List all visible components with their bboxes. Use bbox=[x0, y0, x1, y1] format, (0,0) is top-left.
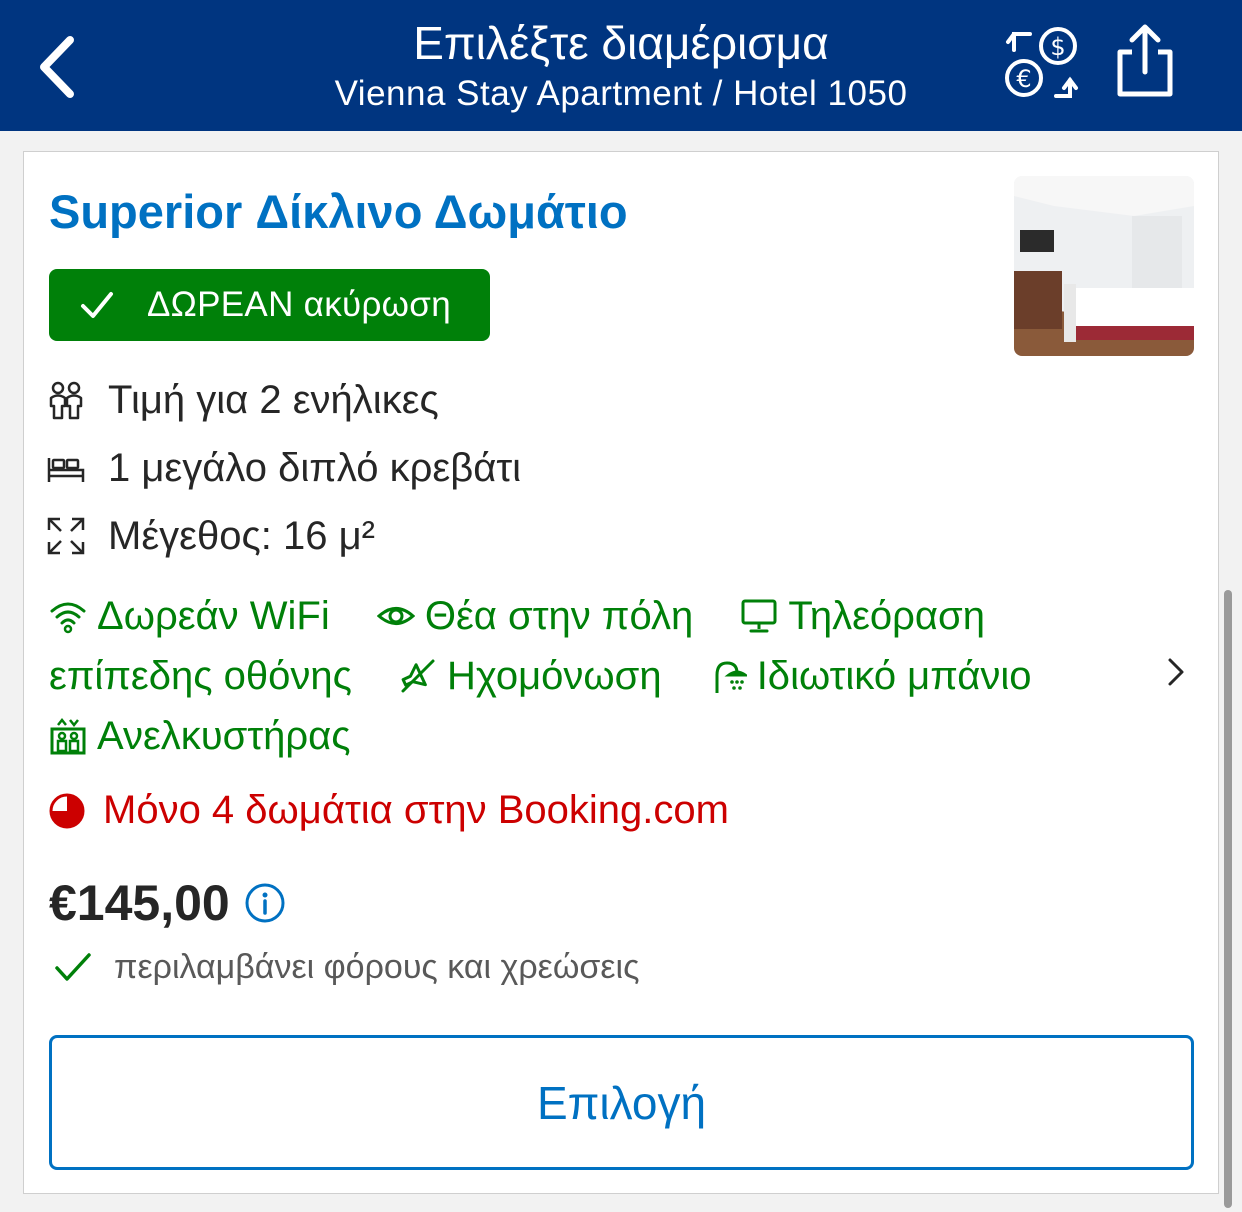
clock-alert-icon bbox=[49, 793, 85, 828]
amenity-bathroom-text: Ιδιωτικό μπάνιο bbox=[756, 654, 1032, 698]
fact-adults-text: Τιμή για 2 ενήλικες bbox=[108, 377, 439, 422]
share-button[interactable] bbox=[1110, 20, 1180, 104]
fact-size-text: Μέγεθος: 16 μ² bbox=[108, 513, 375, 558]
fact-size: Μέγεθος: 16 μ² bbox=[46, 502, 521, 570]
room-card: Superior Δίκλινο Δωμάτιο ΔΩΡΕΑΝ ακύρωση bbox=[23, 151, 1219, 1194]
tax-note-text: περιλαμβάνει φόρους και χρεώσεις bbox=[114, 948, 640, 986]
room-photo-image bbox=[1014, 176, 1194, 356]
amenity-tv-text-a: Τηλεόραση bbox=[788, 594, 985, 638]
amenity-elevator: Ανελκυστήρας bbox=[49, 706, 351, 766]
amenity-view-text: Θέα στην πόλη bbox=[424, 594, 694, 638]
eye-icon bbox=[376, 607, 416, 625]
fact-bed-text: 1 μεγάλο διπλό κρεβάτι bbox=[108, 445, 522, 490]
elevator-icon bbox=[50, 717, 86, 755]
scarcity-message: Μόνο 4 δωμάτια στην Booking.com bbox=[49, 788, 729, 833]
tv-icon bbox=[741, 599, 777, 633]
svg-text:€: € bbox=[1016, 65, 1031, 93]
wifi-icon bbox=[50, 602, 86, 634]
app-header: Επιλέξτε διαμέρισμα Vienna Stay Apartmen… bbox=[0, 0, 1242, 131]
select-button[interactable]: Επιλογή bbox=[49, 1035, 1194, 1170]
amenity-tv-text-b: επίπεδης οθόνης bbox=[49, 654, 352, 698]
amenities-list[interactable]: Δωρεάν WiFi Θέα στην πόλη Τηλεόραση επίπ… bbox=[49, 586, 1109, 766]
price: €145,00 bbox=[49, 875, 230, 931]
price-row: €145,00 bbox=[49, 874, 286, 932]
scrollbar[interactable] bbox=[1224, 590, 1232, 1208]
currency-exchange-icon: $ € bbox=[1005, 27, 1078, 98]
amenity-soundproof-text: Ηχομόνωση bbox=[447, 654, 662, 698]
room-title[interactable]: Superior Δίκλινο Δωμάτιο bbox=[49, 184, 628, 239]
tax-note: περιλαμβάνει φόρους και χρεώσεις bbox=[54, 948, 639, 987]
check-icon bbox=[55, 952, 91, 981]
amenity-wifi-text: Δωρεάν WiFi bbox=[97, 594, 330, 638]
amenity-view: Θέα στην πόλη bbox=[376, 586, 694, 646]
share-icon bbox=[1117, 24, 1173, 97]
room-photo[interactable] bbox=[1014, 176, 1194, 356]
free-cancellation-badge: ΔΩΡΕΑΝ ακύρωση bbox=[49, 269, 490, 341]
shower-icon bbox=[715, 661, 750, 693]
scarcity-text: Μόνο 4 δωμάτια στην Booking.com bbox=[103, 788, 729, 832]
amenity-wifi: Δωρεάν WiFi bbox=[49, 586, 330, 646]
check-icon bbox=[81, 292, 113, 318]
adults-icon bbox=[49, 381, 83, 420]
amenity-bathroom: Ιδιωτικό μπάνιο bbox=[709, 646, 1032, 706]
room-facts: Τιμή για 2 ενήλικες 1 μεγάλο διπλό κρεβά… bbox=[46, 366, 521, 570]
bed-icon bbox=[47, 458, 85, 482]
amenity-tv-continued: επίπεδης οθόνης bbox=[49, 646, 352, 706]
amenity-elevator-text: Ανελκυστήρας bbox=[97, 714, 351, 758]
badge-label: ΔΩΡΕΑΝ ακύρωση bbox=[147, 285, 451, 324]
soundproof-icon bbox=[401, 659, 435, 693]
fact-adults: Τιμή για 2 ενήλικες bbox=[46, 366, 521, 434]
info-icon[interactable] bbox=[244, 882, 286, 924]
amenity-tv: Τηλεόραση bbox=[740, 586, 985, 646]
currency-button[interactable]: $ € bbox=[1000, 22, 1084, 106]
size-icon bbox=[47, 517, 85, 555]
chevron-right-icon[interactable] bbox=[1162, 654, 1190, 690]
svg-text:$: $ bbox=[1050, 33, 1065, 61]
fact-bed: 1 μεγάλο διπλό κρεβάτι bbox=[46, 434, 521, 502]
amenity-soundproof: Ηχομόνωση bbox=[399, 646, 662, 706]
